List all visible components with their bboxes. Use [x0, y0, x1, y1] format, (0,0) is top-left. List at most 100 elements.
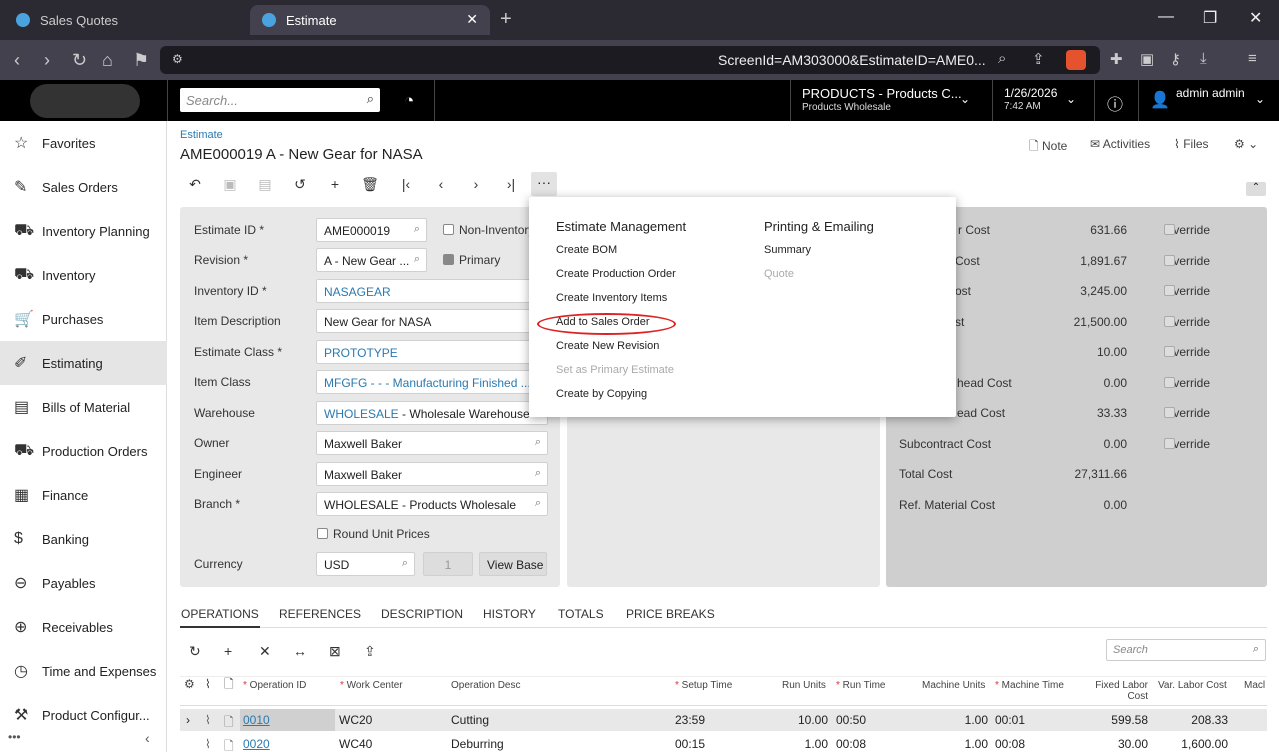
column-settings-icon[interactable]: ⚙	[184, 678, 195, 690]
reader-icon[interactable]: ▣	[1140, 50, 1154, 68]
currency-field[interactable]: USD ⌕	[316, 552, 415, 576]
non-inventory-checkbox[interactable]	[443, 224, 454, 235]
forward-icon[interactable]: ›	[44, 50, 50, 71]
tab-operations[interactable]: OPERATIONS	[181, 607, 259, 621]
revision-field[interactable]: A - New Gear ... ⌕	[316, 248, 427, 272]
note-icon[interactable]: 🗋	[224, 713, 234, 734]
sidebar-item-bills-of-material[interactable]: ▤ Bills of Material	[0, 385, 167, 429]
machine-time-cell[interactable]: 00:01	[995, 713, 1025, 727]
setup-time-cell[interactable]: 23:59	[675, 713, 705, 727]
tab-totals[interactable]: TOTALS	[558, 607, 604, 621]
close-window-icon[interactable]: ✕	[1249, 8, 1262, 28]
owner-field[interactable]: Maxwell Baker ⌕	[316, 431, 548, 455]
search-icon[interactable]: ⌕	[414, 223, 420, 236]
more-actions-button[interactable]: ···	[531, 172, 557, 196]
override-checkbox[interactable]: Override	[1150, 437, 1210, 451]
delete-icon[interactable]: 🗑	[360, 176, 380, 193]
sidebar-item-receivables[interactable]: ⊕ Receivables	[0, 605, 167, 649]
sidebar-item-product-configurator[interactable]: ⚒ Product Configur...	[0, 693, 167, 737]
engineer-field[interactable]: Maxwell Baker ⌕	[316, 462, 548, 486]
reload-icon[interactable]: ↻	[72, 50, 87, 71]
fixed-labor-cost-cell[interactable]: 30.00	[1080, 737, 1148, 751]
chevron-down-icon[interactable]: ⌄	[1066, 92, 1076, 106]
collapse-sidebar-icon[interactable]: ‹	[145, 730, 150, 746]
chevron-down-icon[interactable]: ⌄	[960, 92, 970, 106]
work-center-cell[interactable]: WC20	[339, 713, 372, 727]
work-center-cell[interactable]: WC40	[339, 737, 372, 751]
attachment-icon[interactable]: ⌇	[205, 737, 211, 751]
operation-id-cell[interactable]: 0010	[243, 713, 270, 727]
machine-units-cell[interactable]: 1.00	[920, 737, 988, 751]
search-icon[interactable]: ⌕	[1253, 643, 1259, 656]
column-work-center[interactable]: * Work Center	[340, 680, 403, 691]
last-record-icon[interactable]: ›|	[501, 176, 521, 192]
menu-item-create-inventory-items[interactable]: Create Inventory Items	[556, 292, 667, 304]
machine-time-cell[interactable]: 00:08	[995, 737, 1025, 751]
run-units-cell[interactable]: 1.00	[770, 737, 828, 751]
sidebar-item-favorites[interactable]: ☆ Favorites	[0, 121, 167, 165]
export-excel-icon[interactable]: ⊠	[329, 643, 341, 660]
new-tab-button[interactable]: +	[500, 8, 512, 31]
column-operation-desc[interactable]: Operation Desc	[451, 680, 520, 691]
bookmark-icon[interactable]: ⚑	[133, 50, 149, 71]
menu-item-create-new-revision[interactable]: Create New Revision	[556, 340, 659, 352]
column-fixed-labor-cost[interactable]: Fixed Labor Cost	[1080, 680, 1148, 702]
search-icon[interactable]: ⌕	[535, 497, 541, 510]
download-icon[interactable]: ⤓	[1200, 50, 1207, 67]
more-modules-icon[interactable]: •••	[8, 730, 21, 744]
column-run-units[interactable]: Run Units	[782, 680, 826, 691]
run-units-cell[interactable]: 10.00	[770, 713, 828, 727]
view-base-button[interactable]: View Base	[479, 552, 547, 576]
cancel-icon[interactable]: ↺	[290, 176, 310, 193]
save-icon[interactable]: ▤	[255, 176, 275, 193]
grid-search-input[interactable]: Search ⌕	[1106, 639, 1266, 661]
sidebar-item-sales-orders[interactable]: ✎ Sales Orders	[0, 165, 167, 209]
override-checkbox[interactable]: Override	[1150, 376, 1210, 390]
operation-desc-cell[interactable]: Cutting	[451, 713, 489, 727]
estimate-class-field[interactable]: PROTOTYPE	[316, 340, 548, 364]
item-description-field[interactable]: New Gear for NASA	[316, 309, 548, 333]
var-labor-cost-cell[interactable]: 1,600.00	[1160, 737, 1228, 751]
inventory-id-field[interactable]: NASAGEAR	[316, 279, 548, 303]
global-search-input[interactable]: Search... ⌕	[180, 88, 380, 112]
tab-history[interactable]: HISTORY	[483, 607, 536, 621]
sidebar-item-estimating[interactable]: ✐ Estimating	[0, 341, 167, 385]
column-setup-time[interactable]: * Setup Time	[675, 680, 732, 691]
files-button[interactable]: ⌇ Files	[1174, 137, 1209, 151]
search-icon[interactable]: ⌕	[367, 91, 374, 107]
column-operation-id[interactable]: * Operation ID	[243, 680, 306, 691]
password-key-icon[interactable]: ⚷	[1170, 50, 1181, 68]
recent-history-icon[interactable]: ◔	[404, 91, 414, 111]
search-icon[interactable]: ⌕	[535, 467, 541, 480]
var-labor-cost-cell[interactable]: 208.33	[1160, 713, 1228, 727]
search-icon[interactable]: ⌕	[402, 557, 408, 570]
share-icon[interactable]: ⇪	[1032, 50, 1045, 68]
sidebar-item-time-and-expenses[interactable]: ◷ Time and Expenses	[0, 649, 167, 693]
breadcrumb[interactable]: Estimate	[180, 129, 223, 141]
tab-references[interactable]: REFERENCES	[279, 607, 361, 621]
operation-id-cell[interactable]: 0020	[243, 737, 270, 751]
override-checkbox[interactable]: Override	[1150, 345, 1210, 359]
upload-icon[interactable]: ⇪	[364, 643, 376, 660]
user-menu[interactable]: admin admin	[1176, 86, 1245, 100]
estimate-id-field[interactable]: AME000019 ⌕	[316, 218, 427, 242]
settings-gear-icon[interactable]: ⚙ ⌄	[1234, 137, 1258, 151]
add-icon[interactable]: +	[325, 176, 345, 192]
menu-item-create-by-copying[interactable]: Create by Copying	[556, 388, 647, 400]
activities-button[interactable]: ✉ Activities	[1090, 137, 1150, 151]
minimize-icon[interactable]: —	[1158, 8, 1174, 26]
column-machine-cost[interactable]: Macl	[1244, 680, 1265, 691]
run-time-cell[interactable]: 00:08	[836, 737, 866, 751]
next-record-icon[interactable]: ›	[466, 176, 486, 192]
override-checkbox[interactable]: Override	[1150, 315, 1210, 329]
help-icon[interactable]: ⓘ	[1107, 91, 1123, 115]
round-unit-prices-checkbox[interactable]	[317, 528, 328, 539]
column-machine-time[interactable]: * Machine Time	[995, 680, 1064, 691]
add-row-icon[interactable]: +	[224, 643, 232, 659]
refresh-icon[interactable]: ↻	[189, 643, 201, 660]
item-class-field[interactable]: MFGFG - - - Manufacturing Finished ...	[316, 370, 548, 394]
machine-units-cell[interactable]: 1.00	[920, 713, 988, 727]
first-record-icon[interactable]: |‹	[396, 176, 416, 192]
collapse-header-icon[interactable]: ⌃	[1246, 182, 1266, 196]
sidebar-item-banking[interactable]: $ Banking	[0, 517, 167, 561]
